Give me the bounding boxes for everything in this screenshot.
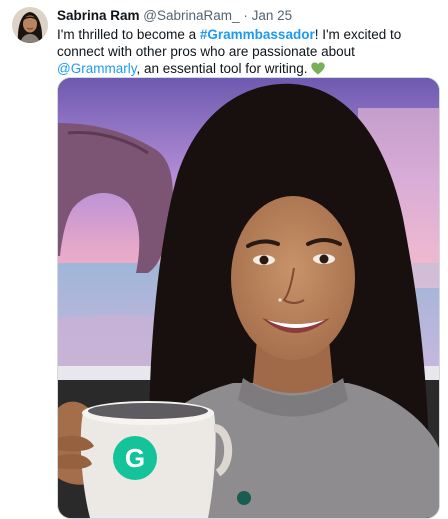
mug-logo-letter: G — [125, 443, 145, 473]
tweet-text-part1: I'm thrilled to become a — [57, 27, 200, 42]
author-name[interactable]: Sabrina Ram — [57, 8, 140, 23]
hashtag-link[interactable]: #Grammbassador — [200, 27, 315, 42]
author-handle[interactable]: @SabrinaRam_ — [143, 8, 239, 23]
avatar[interactable] — [12, 7, 48, 43]
tweet-text-part3: , an essential tool for writing. — [136, 61, 312, 76]
tweet-photo[interactable]: G — [57, 77, 440, 519]
tweet-text: I'm thrilled to become a #Grammbassador!… — [57, 26, 439, 79]
separator-dot: · — [243, 8, 248, 23]
mention-link[interactable]: @Grammarly — [57, 61, 136, 76]
tweet-date[interactable]: Jan 25 — [252, 8, 293, 23]
tweet-header: Sabrina Ram @SabrinaRam_ · Jan 25 — [57, 8, 292, 24]
tweet[interactable]: Sabrina Ram @SabrinaRam_ · Jan 25 I'm th… — [0, 0, 448, 519]
